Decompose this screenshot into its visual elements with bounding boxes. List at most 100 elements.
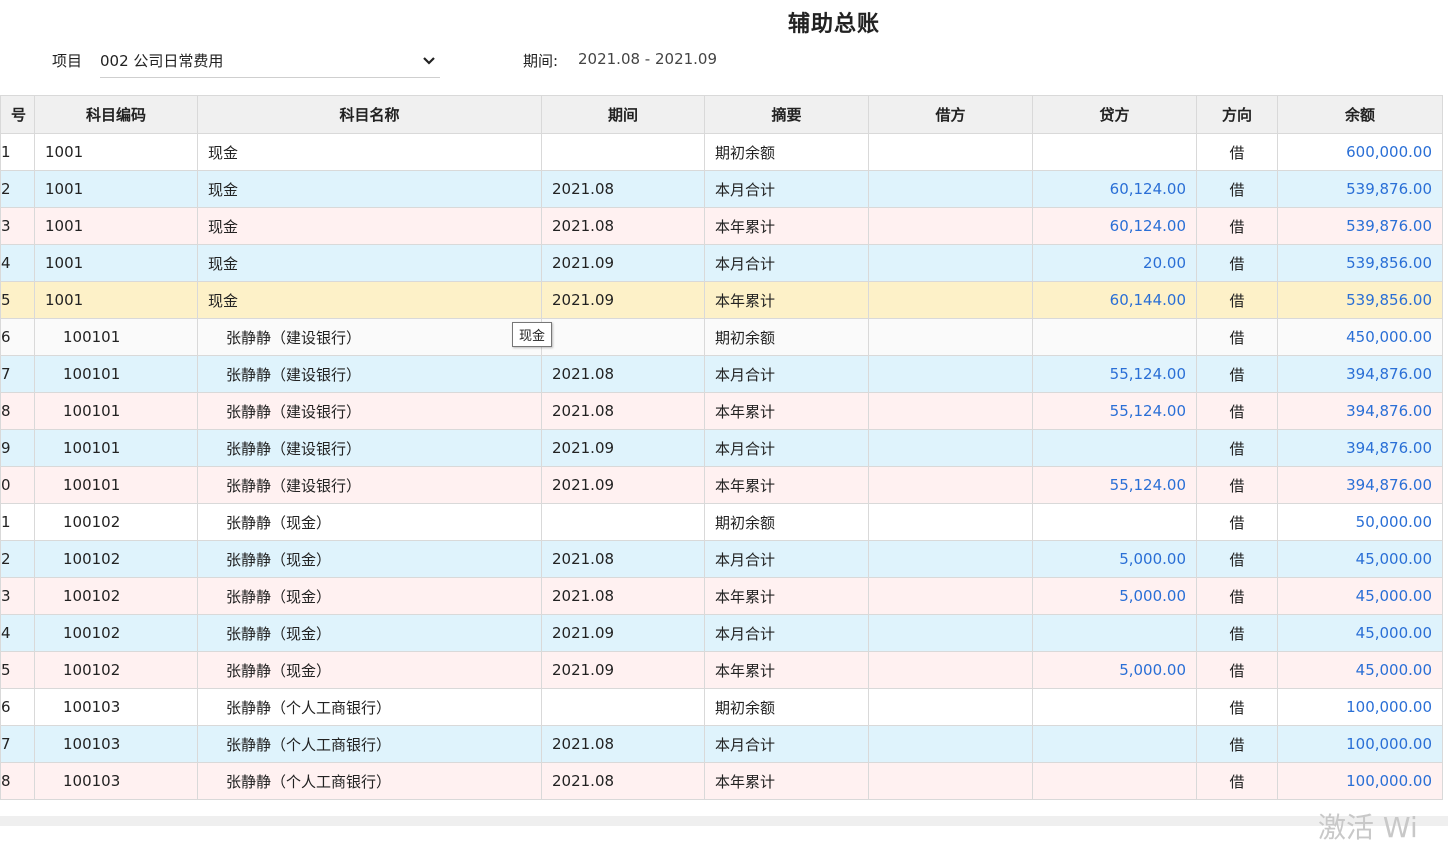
cell-summary[interactable]: 本月合计 (704, 170, 869, 208)
cell-index[interactable]: 6 (0, 688, 35, 726)
cell-code[interactable]: 100102 (34, 540, 198, 578)
cell-period[interactable]: 2021.08 (541, 355, 705, 393)
col-header-balance[interactable]: 余额 (1277, 95, 1443, 134)
cell-code[interactable]: 100102 (34, 577, 198, 615)
chevron-down-icon[interactable] (422, 54, 436, 68)
cell-debit[interactable] (868, 466, 1033, 504)
cell-code[interactable]: 1001 (34, 207, 198, 245)
cell-summary[interactable]: 本年累计 (704, 466, 869, 504)
cell-name[interactable]: 张静静（建设银行） (197, 429, 542, 467)
cell-period[interactable]: 2021.09 (541, 281, 705, 319)
cell-name[interactable]: 张静静（个人工商银行） (197, 688, 542, 726)
cell-direction[interactable]: 借 (1196, 466, 1278, 504)
cell-period[interactable]: 2021.09 (541, 429, 705, 467)
cell-summary[interactable]: 期初余额 (704, 133, 869, 171)
cell-code[interactable]: 100101 (34, 466, 198, 504)
cell-balance[interactable]: 45,000.00 (1277, 577, 1443, 615)
cell-period[interactable]: 2021.09 (541, 651, 705, 689)
cell-credit[interactable]: 5,000.00 (1032, 577, 1197, 615)
cell-direction[interactable]: 借 (1196, 725, 1278, 763)
cell-credit[interactable]: 5,000.00 (1032, 540, 1197, 578)
cell-direction[interactable]: 借 (1196, 651, 1278, 689)
cell-code[interactable]: 1001 (34, 281, 198, 319)
cell-direction[interactable]: 借 (1196, 688, 1278, 726)
cell-summary[interactable]: 本年累计 (704, 762, 869, 800)
cell-direction[interactable]: 借 (1196, 577, 1278, 615)
cell-balance[interactable]: 100,000.00 (1277, 725, 1443, 763)
cell-index[interactable]: 5 (0, 281, 35, 319)
cell-credit[interactable]: 55,124.00 (1032, 392, 1197, 430)
cell-debit[interactable] (868, 244, 1033, 282)
table-row[interactable]: 6 100101 张静静（建设银行） 期初余额 借 450,000.00 (0, 318, 1443, 356)
cell-summary[interactable]: 期初余额 (704, 688, 869, 726)
col-header-direction[interactable]: 方向 (1196, 95, 1278, 134)
cell-index[interactable]: 9 (0, 429, 35, 467)
table-row[interactable]: 8 100101 张静静（建设银行） 2021.08 本年累计 55,124.00 借 394… (0, 392, 1443, 430)
cell-credit[interactable] (1032, 429, 1197, 467)
cell-direction[interactable]: 借 (1196, 762, 1278, 800)
cell-name[interactable]: 张静静（现金） (197, 651, 542, 689)
cell-name[interactable]: 现金 (197, 133, 542, 171)
cell-balance[interactable]: 100,000.00 (1277, 762, 1443, 800)
cell-debit[interactable] (868, 725, 1033, 763)
cell-index[interactable]: 3 (0, 577, 35, 615)
cell-name[interactable]: 张静静（建设银行） (197, 466, 542, 504)
cell-name[interactable]: 现金 (197, 207, 542, 245)
col-header-name[interactable]: 科目名称 (197, 95, 542, 134)
cell-credit[interactable]: 60,144.00 (1032, 281, 1197, 319)
cell-code[interactable]: 1001 (34, 133, 198, 171)
cell-summary[interactable]: 期初余额 (704, 503, 869, 541)
cell-summary[interactable]: 本月合计 (704, 429, 869, 467)
cell-name[interactable]: 现金 (197, 170, 542, 208)
cell-summary[interactable]: 本年累计 (704, 577, 869, 615)
cell-credit[interactable]: 55,124.00 (1032, 466, 1197, 504)
cell-credit[interactable]: 55,124.00 (1032, 355, 1197, 393)
cell-name[interactable]: 张静静（个人工商银行） (197, 762, 542, 800)
cell-period[interactable] (541, 503, 705, 541)
cell-balance[interactable]: 45,000.00 (1277, 651, 1443, 689)
cell-summary[interactable]: 本月合计 (704, 540, 869, 578)
cell-code[interactable]: 100102 (34, 651, 198, 689)
cell-debit[interactable] (868, 429, 1033, 467)
cell-direction[interactable]: 借 (1196, 355, 1278, 393)
cell-balance[interactable]: 100,000.00 (1277, 688, 1443, 726)
table-row[interactable]: 7 100103 张静静（个人工商银行） 2021.08 本月合计 借 100,000.00 (0, 725, 1443, 763)
cell-debit[interactable] (868, 503, 1033, 541)
cell-credit[interactable]: 5,000.00 (1032, 651, 1197, 689)
table-row[interactable]: 6 100103 张静静（个人工商银行） 期初余额 借 100,000.00 (0, 688, 1443, 726)
cell-period[interactable]: 2021.08 (541, 577, 705, 615)
cell-code[interactable]: 100101 (34, 392, 198, 430)
cell-summary[interactable]: 本年累计 (704, 651, 869, 689)
cell-index[interactable]: 8 (0, 392, 35, 430)
table-row[interactable]: 7 100101 张静静（建设银行） 2021.08 本月合计 55,124.00 借 394… (0, 355, 1443, 393)
cell-period[interactable] (541, 688, 705, 726)
cell-balance[interactable]: 539,856.00 (1277, 281, 1443, 319)
cell-period[interactable]: 2021.09 (541, 466, 705, 504)
cell-code[interactable]: 100101 (34, 355, 198, 393)
cell-period[interactable]: 2021.08 (541, 392, 705, 430)
cell-index[interactable]: 8 (0, 762, 35, 800)
cell-name[interactable]: 现金 (197, 281, 542, 319)
cell-name[interactable]: 张静静（建设银行） (197, 355, 542, 393)
cell-code[interactable]: 1001 (34, 244, 198, 282)
cell-summary[interactable]: 本月合计 (704, 355, 869, 393)
cell-debit[interactable] (868, 133, 1033, 171)
cell-debit[interactable] (868, 355, 1033, 393)
table-row[interactable]: 0 100101 张静静（建设银行） 2021.09 本年累计 55,124.00 借 394… (0, 466, 1443, 504)
table-row[interactable]: 5 100102 张静静（现金） 2021.09 本年累计 5,000.00 借 45,000… (0, 651, 1443, 689)
cell-index[interactable]: 0 (0, 466, 35, 504)
cell-name[interactable]: 张静静（建设银行） (197, 392, 542, 430)
cell-code[interactable]: 100102 (34, 614, 198, 652)
cell-balance[interactable]: 50,000.00 (1277, 503, 1443, 541)
table-row[interactable]: 2 100102 张静静（现金） 2021.08 本月合计 5,000.00 借 45,000… (0, 540, 1443, 578)
cell-index[interactable]: 3 (0, 207, 35, 245)
cell-period[interactable]: 2021.09 (541, 244, 705, 282)
cell-debit[interactable] (868, 207, 1033, 245)
cell-index[interactable]: 1 (0, 133, 35, 171)
col-header-index[interactable]: 号 (0, 95, 35, 134)
cell-name[interactable]: 张静静（现金） (197, 540, 542, 578)
cell-balance[interactable]: 600,000.00 (1277, 133, 1443, 171)
cell-code[interactable]: 100103 (34, 725, 198, 763)
cell-name[interactable]: 张静静（个人工商银行） (197, 725, 542, 763)
cell-credit[interactable] (1032, 762, 1197, 800)
